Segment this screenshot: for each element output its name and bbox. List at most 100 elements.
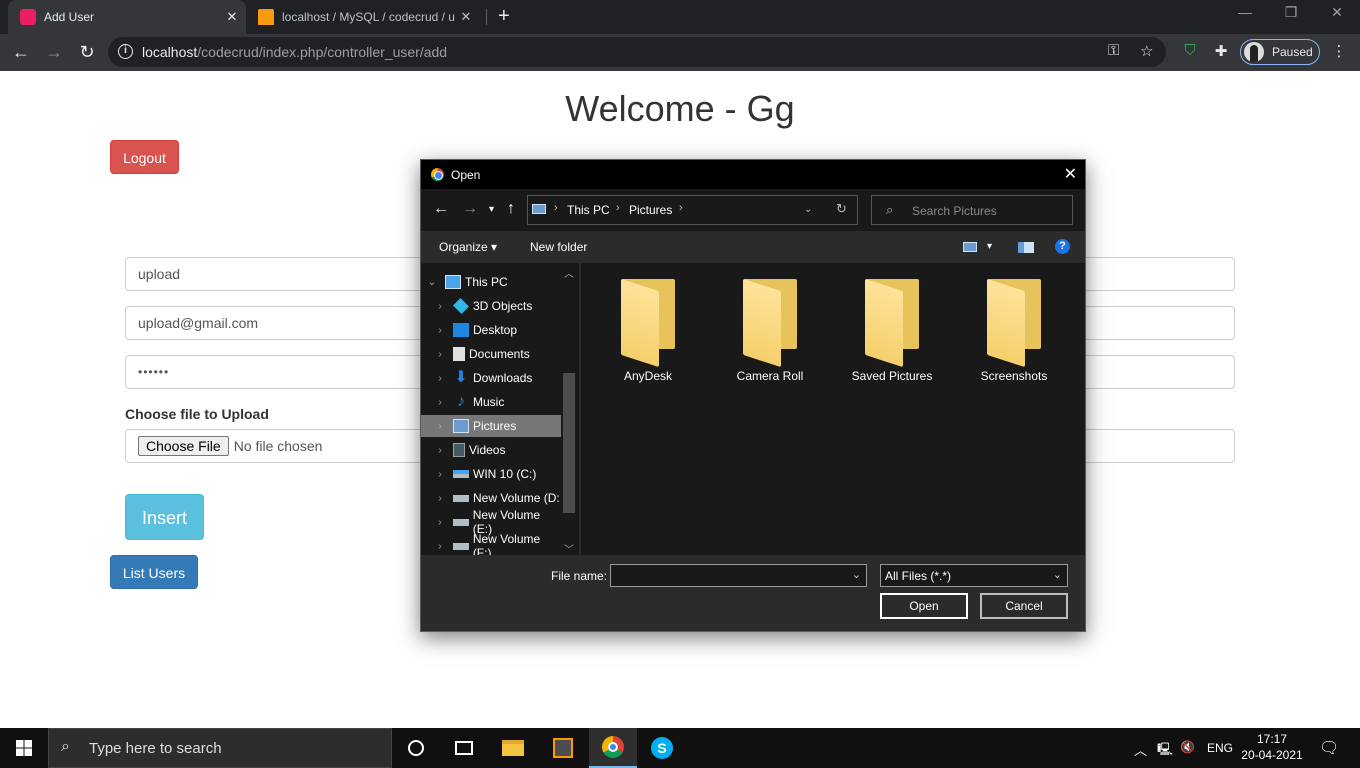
organize-menu[interactable]: Organize ▾ [439,240,497,254]
navigation-scrollbar[interactable]: ︿ ﹀ [561,263,577,555]
open-file-dialog: Open ✕ ← → ▾ ↑ › This PC › Pictures › ⌄ … [420,159,1086,632]
network-icon[interactable]: 🖳 [1157,740,1173,761]
expand-chevron-icon[interactable]: › [433,421,447,432]
show-hidden-icons-chevron-icon[interactable]: ︿ [1134,740,1147,759]
tree-item-documents[interactable]: › Documents [421,343,561,365]
change-view-icon[interactable] [963,242,977,252]
profile-button[interactable]: Paused [1240,39,1320,65]
search-pictures-input[interactable]: ⌕ Search Pictures [871,195,1073,225]
expand-chevron-icon[interactable]: › [433,445,447,456]
address-bar[interactable]: i localhost/codecrud/index.php/controlle… [108,37,1166,67]
breadcrumb[interactable]: › This PC › Pictures › ⌄ ↻ [527,195,858,225]
expand-chevron-icon[interactable]: › [433,469,447,480]
cancel-button[interactable]: Cancel [980,593,1068,619]
reload-icon[interactable]: ↻ [75,41,99,65]
key-icon[interactable]: ⚿ [1108,42,1119,59]
dialog-titlebar: Open ✕ [421,160,1085,189]
expand-chevron-icon[interactable]: › [433,397,447,408]
drive-icon [452,542,469,550]
expand-chevron-icon[interactable]: › [433,349,447,360]
folder-item[interactable]: AnyDesk [593,278,703,383]
tab-add-user[interactable]: Add User ✕ [8,0,246,34]
taskbar-search-input[interactable]: ⌕ Type here to search [48,728,392,768]
tree-item-videos[interactable]: › Videos [421,439,561,461]
skype-icon[interactable]: S [638,728,686,768]
recent-locations-chevron-icon[interactable]: ▾ [489,204,494,215]
choose-file-button[interactable]: Choose File [138,436,229,456]
new-tab-icon[interactable]: + [498,5,510,28]
task-view-icon[interactable] [440,728,488,768]
scroll-up-icon[interactable]: ︿ [564,265,574,280]
insert-button[interactable]: Insert [125,494,204,540]
breadcrumb-pictures[interactable]: Pictures [629,203,672,217]
file-type-select[interactable]: All Files (*.*) ⌄ [880,564,1068,587]
open-button[interactable]: Open [880,593,968,619]
close-window-icon[interactable]: ✕ [1314,4,1360,21]
new-folder-button[interactable]: New folder [530,240,587,254]
folder-item[interactable]: Camera Roll [715,278,825,383]
tree-item-drive-f[interactable]: › New Volume (F:) [421,532,561,555]
folder-item[interactable]: Screenshots [959,278,1069,383]
breadcrumb-this-pc[interactable]: This PC [567,203,610,217]
sublime-text-icon[interactable] [539,728,587,768]
tree-item-drive-d[interactable]: › New Volume (D: [421,487,561,509]
up-folder-icon[interactable]: ↑ [507,200,515,218]
tree-item-3d-objects[interactable]: › 3D Objects [421,295,561,317]
chrome-taskbar-icon[interactable] [589,728,637,768]
scroll-down-icon[interactable]: ﹀ [564,541,574,555]
profile-status: Paused [1272,45,1313,59]
chrome-logo-icon [431,168,444,181]
tree-item-drive-c[interactable]: › WIN 10 (C:) [421,463,561,485]
forward-icon[interactable]: → [42,41,66,65]
tree-item-this-pc[interactable]: ⌄ This PC [421,271,561,293]
expand-chevron-icon[interactable]: › [433,301,447,312]
tree-item-drive-e[interactable]: › New Volume (E:) [421,508,561,536]
view-options-chevron-icon[interactable]: ▾ [987,241,992,252]
language-indicator[interactable]: ENG [1207,741,1233,755]
site-info-icon[interactable]: i [118,44,133,59]
dialog-close-icon[interactable]: ✕ [1064,164,1077,184]
tree-item-downloads[interactable]: › ⬇ Downloads [421,367,561,389]
back-icon[interactable]: ← [9,41,33,65]
dialog-back-icon[interactable]: ← [433,200,449,218]
preview-pane-icon[interactable] [1018,242,1034,253]
list-users-button[interactable]: List Users [110,555,198,589]
address-dropdown-icon[interactable]: ⌄ [804,204,812,215]
notifications-icon[interactable]: 🗨 [1319,738,1339,758]
url-text[interactable]: localhost/codecrud/index.php/controller_… [142,44,447,60]
close-tab-icon[interactable]: ✕ [222,9,242,25]
expand-chevron-icon[interactable]: › [433,493,447,504]
expand-chevron-icon[interactable]: ⌄ [425,277,439,288]
volume-muted-icon[interactable]: 🔇 [1180,740,1195,754]
logout-button[interactable]: Logout [110,140,179,174]
menu-kebab-icon[interactable]: ⋮ [1329,42,1349,62]
expand-chevron-icon[interactable]: › [433,541,447,552]
file-explorer-icon[interactable] [489,728,537,768]
refresh-icon[interactable]: ↻ [836,201,847,217]
expand-chevron-icon[interactable]: › [433,373,447,384]
windows-start-icon[interactable] [0,728,48,768]
scrollbar-thumb[interactable] [563,373,575,513]
tab-phpmyadmin[interactable]: localhost / MySQL / codecrud / u ✕ [250,0,480,34]
tree-item-music[interactable]: › ♪ Music [421,391,561,413]
shield-extension-icon[interactable]: ⛉ [1180,42,1200,62]
chevron-down-icon[interactable]: ⌄ [1053,568,1062,581]
tree-label: Desktop [473,323,518,337]
tree-item-pictures[interactable]: › Pictures [421,415,561,437]
dialog-footer: File name: ⌄ All Files (*.*) ⌄ Open Canc… [421,555,1085,631]
close-tab-icon[interactable]: ✕ [456,9,476,25]
expand-chevron-icon[interactable]: › [433,325,447,336]
dialog-forward-icon[interactable]: → [462,200,478,218]
extensions-puzzle-icon[interactable]: ✚ [1211,42,1231,62]
cortana-icon[interactable] [392,728,440,768]
expand-chevron-icon[interactable]: › [433,517,447,528]
minimize-icon[interactable]: — [1222,4,1268,20]
tree-item-desktop[interactable]: › Desktop [421,319,561,341]
help-icon[interactable]: ? [1055,239,1070,254]
bookmark-star-icon[interactable]: ☆ [1140,42,1153,60]
file-name-input[interactable]: ⌄ [610,564,867,587]
folder-item[interactable]: Saved Pictures [837,278,947,383]
system-clock[interactable]: 17:17 20-04-2021 [1238,731,1306,763]
restore-icon[interactable]: ❐ [1268,4,1314,21]
chevron-down-icon[interactable]: ⌄ [852,568,861,581]
